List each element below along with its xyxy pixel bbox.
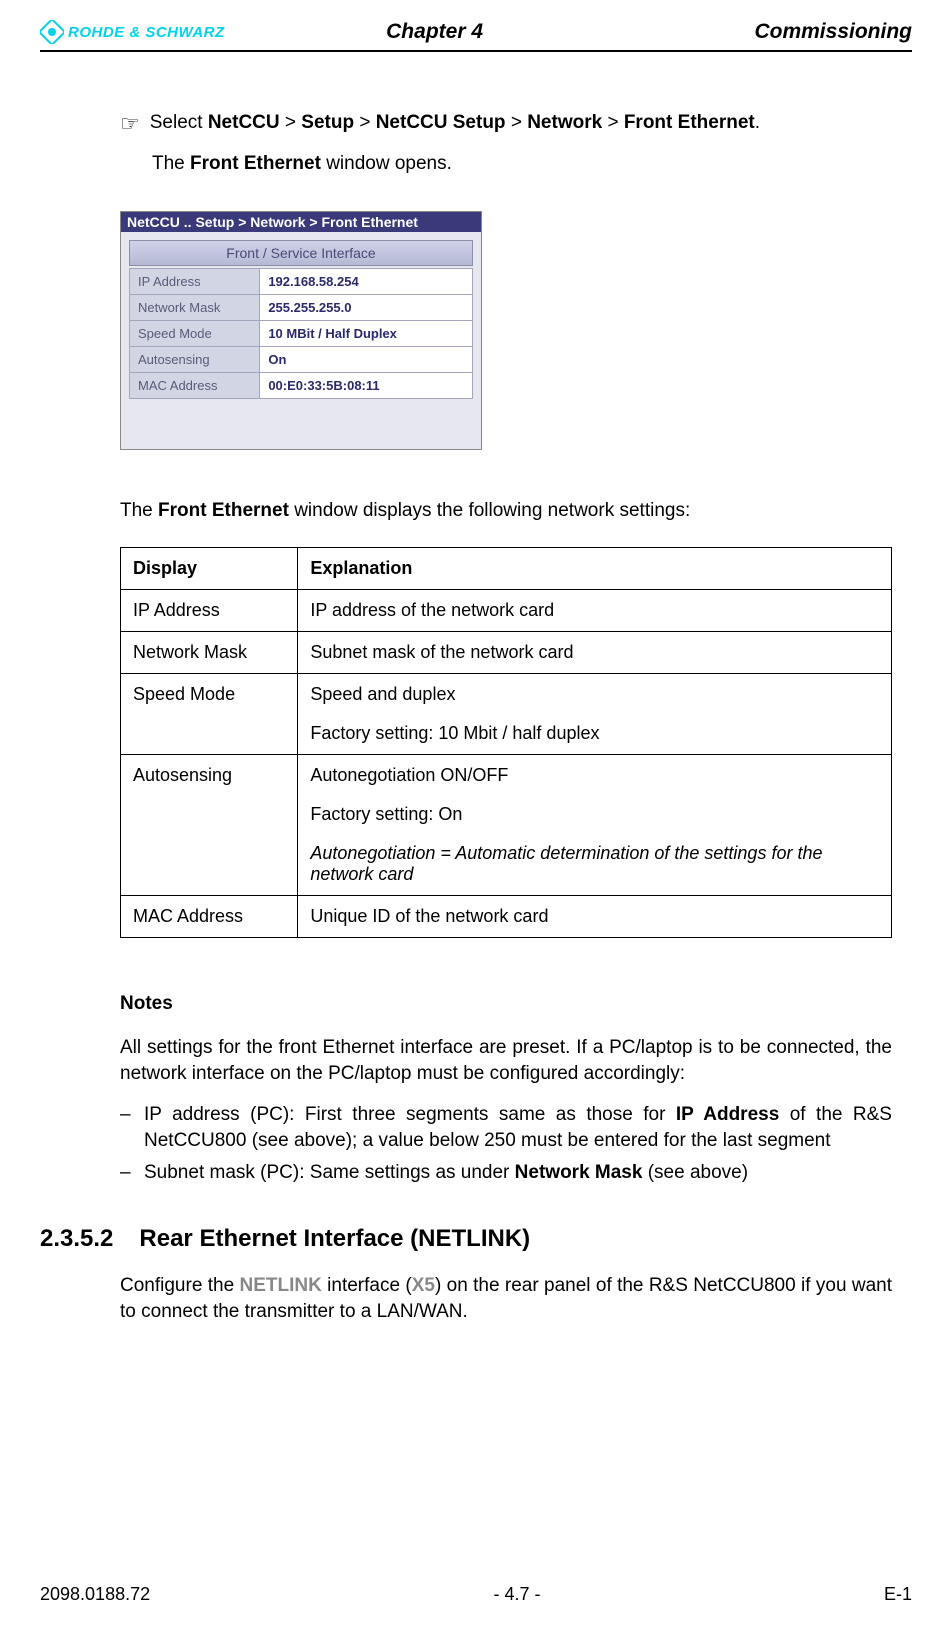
- ss-value: On: [260, 347, 473, 373]
- screenshot-banner: Front / Service Interface: [129, 240, 473, 266]
- ss-value: 192.168.58.254: [260, 269, 473, 295]
- instruction-line: ☞ Select NetCCU > Setup > NetCCU Setup >…: [120, 112, 892, 135]
- col-explanation: Explanation: [298, 548, 892, 590]
- chapter-label: Chapter 4: [386, 20, 483, 44]
- content-area: ☞ Select NetCCU > Setup > NetCCU Setup >…: [120, 112, 892, 1324]
- instruction-result: The Front Ethernet window opens.: [152, 153, 892, 175]
- ss-label: IP Address: [130, 269, 260, 295]
- notes-paragraph: All settings for the front Ethernet inte…: [120, 1035, 892, 1086]
- notes-list: IP address (PC): First three segments sa…: [120, 1102, 892, 1185]
- list-item: Subnet mask (PC): Same settings as under…: [120, 1160, 892, 1186]
- table-row: MAC Address Unique ID of the network car…: [121, 896, 892, 938]
- table-row: IP Address192.168.58.254: [130, 269, 473, 295]
- footer-center: - 4.7 -: [494, 1584, 541, 1605]
- table-row: Autosensing Autonegotiation ON/OFF Facto…: [121, 755, 892, 896]
- table-row: Network Mask255.255.255.0: [130, 295, 473, 321]
- logo: ROHDE & SCHWARZ: [40, 20, 225, 44]
- screenshot-figure: NetCCU .. Setup > Network > Front Ethern…: [120, 211, 482, 450]
- footer-right: E-1: [884, 1584, 912, 1605]
- table-row: Network Mask Subnet mask of the network …: [121, 632, 892, 674]
- ss-value: 255.255.255.0: [260, 295, 473, 321]
- rs-logo-icon: [40, 20, 64, 44]
- screenshot-table: IP Address192.168.58.254 Network Mask255…: [129, 268, 473, 399]
- list-item: IP address (PC): First three segments sa…: [120, 1102, 892, 1153]
- table-row: AutosensingOn: [130, 347, 473, 373]
- notes-heading: Notes: [120, 993, 892, 1015]
- pointing-hand-icon: ☞: [120, 113, 140, 135]
- ss-label: MAC Address: [130, 373, 260, 399]
- instruction-text: Select NetCCU > Setup > NetCCU Setup > N…: [150, 112, 760, 134]
- table-header-row: Display Explanation: [121, 548, 892, 590]
- table-row: Speed Mode10 MBit / Half Duplex: [130, 321, 473, 347]
- footer-left: 2098.0188.72: [40, 1584, 150, 1605]
- logo-text: ROHDE & SCHWARZ: [68, 24, 225, 41]
- table-row: Speed Mode Speed and duplex Factory sett…: [121, 674, 892, 755]
- section-number: 2.3.5.2: [40, 1225, 113, 1253]
- col-display: Display: [121, 548, 298, 590]
- table-row: MAC Address00:E0:33:5B:08:11: [130, 373, 473, 399]
- ss-value: 10 MBit / Half Duplex: [260, 321, 473, 347]
- ss-label: Network Mask: [130, 295, 260, 321]
- section-heading: 2.3.5.2 Rear Ethernet Interface (NETLINK…: [40, 1225, 892, 1253]
- section-title: Rear Ethernet Interface (NETLINK): [139, 1225, 530, 1253]
- ss-value: 00:E0:33:5B:08:11: [260, 373, 473, 399]
- page-footer: 2098.0188.72 - 4.7 - E-1: [40, 1584, 912, 1605]
- explanation-table: Display Explanation IP Address IP addres…: [120, 547, 892, 938]
- page-header: ROHDE & SCHWARZ Chapter 4 Commissioning: [40, 20, 912, 52]
- caption-text: The Front Ethernet window displays the f…: [120, 500, 892, 522]
- ss-label: Autosensing: [130, 347, 260, 373]
- table-row: IP Address IP address of the network car…: [121, 590, 892, 632]
- screenshot-titlebar: NetCCU .. Setup > Network > Front Ethern…: [121, 212, 481, 232]
- page-title: Commissioning: [754, 20, 912, 44]
- section-paragraph: Configure the NETLINK interface (X5) on …: [120, 1273, 892, 1324]
- ss-label: Speed Mode: [130, 321, 260, 347]
